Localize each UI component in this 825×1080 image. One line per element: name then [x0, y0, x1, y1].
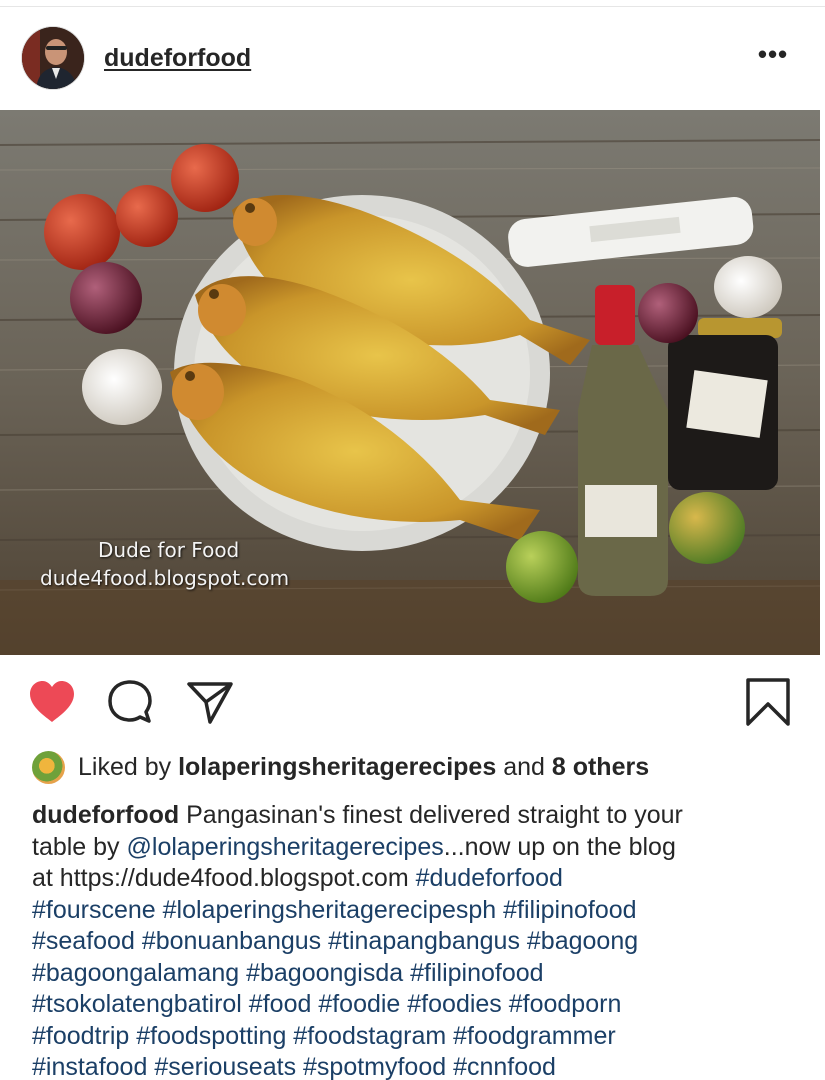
caption-text: Pangasinan's finest delivered straight t…: [179, 801, 683, 829]
likes-middle: and: [496, 753, 552, 781]
hashtag-line[interactable]: #instafood #seriouseats #spotmyfood #cnn…: [32, 1052, 802, 1080]
avatar[interactable]: [22, 27, 84, 89]
more-options-icon[interactable]: •••: [755, 41, 791, 72]
others-link[interactable]: 8 others: [552, 753, 649, 781]
comment-icon[interactable]: [104, 676, 156, 728]
liker-username-link[interactable]: lolaperingsheritagerecipes: [178, 753, 496, 781]
caption-line: table by @lolaperingsheritagerecipes...n…: [32, 832, 802, 864]
caption-line: dudeforfood Pangasinan's finest delivere…: [32, 800, 802, 832]
caption-line: at https://dude4food.blogspot.com #dudef…: [32, 863, 802, 895]
divider: [0, 6, 825, 7]
liker-avatar[interactable]: [32, 751, 65, 784]
post-caption: dudeforfood Pangasinan's finest delivere…: [32, 800, 802, 1080]
photo-watermark-name: Dude for Food: [98, 538, 240, 562]
action-bar: [0, 668, 825, 732]
paper-plane-icon[interactable]: [184, 676, 236, 728]
mention-link[interactable]: @lolaperingsheritagerecipes: [127, 833, 444, 861]
instagram-post: dudeforfood ••• Dude for Food dude4food.…: [0, 0, 825, 1080]
hashtag-line[interactable]: #tsokolatengbatirol #food #foodie #foodi…: [32, 989, 802, 1021]
heart-filled-icon[interactable]: [26, 676, 78, 728]
likes-prefix: Liked by: [78, 753, 179, 781]
hashtag-line[interactable]: #foodtrip #foodspotting #foodstagram #fo…: [32, 1021, 802, 1053]
username-link[interactable]: dudeforfood: [104, 44, 251, 73]
caption-link-text[interactable]: at https://dude4food.blogspot.com: [32, 864, 416, 892]
hashtag-line[interactable]: #bagoongalamang #bagoongisda #filipinofo…: [32, 958, 802, 990]
bookmark-icon[interactable]: [742, 676, 794, 728]
hashtag-line[interactable]: #seafood #bonuanbangus #tinapangbangus #…: [32, 926, 802, 958]
caption-text: ...now up on the blog: [443, 832, 676, 861]
hashtag-link[interactable]: #dudeforfood: [416, 864, 563, 892]
photo-watermark-url: dude4food.blogspot.com: [40, 566, 290, 590]
likes-text: Liked by lolaperingsheritagerecipes and …: [78, 748, 649, 786]
post-photo[interactable]: Dude for Food dude4food.blogspot.com: [0, 110, 820, 655]
hashtag-line[interactable]: #fourscene #lolaperingsheritagerecipesph…: [32, 895, 802, 927]
caption-author-link[interactable]: dudeforfood: [32, 801, 179, 829]
post-header: dudeforfood •••: [0, 22, 825, 94]
likes-summary[interactable]: Liked by lolaperingsheritagerecipes and …: [32, 748, 812, 786]
caption-text: table by: [32, 832, 127, 861]
